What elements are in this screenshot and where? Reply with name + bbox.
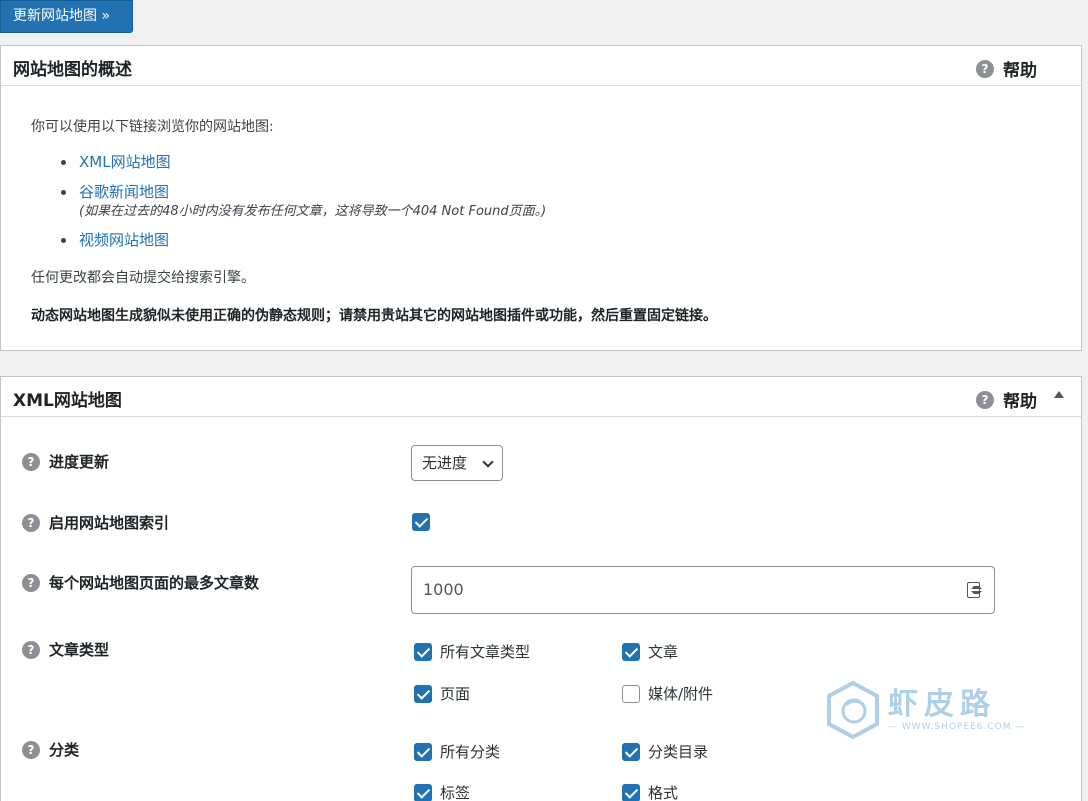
checkbox[interactable]: [622, 642, 640, 661]
rewrite-warning: 动态网站地图生成貌似未使用正确的伪静态规则；请禁用贵站其它的网站地图插件或功能，…: [31, 308, 717, 324]
progress-update-label: ? 进度更新: [22, 451, 109, 472]
help-icon[interactable]: ?: [22, 513, 40, 532]
shrimp-logo-icon: [827, 681, 879, 739]
panel-header: XML网站地图 ? 帮助: [1, 377, 1081, 417]
max-posts-label: ? 每个网站地图页面的最多文章数: [22, 572, 259, 593]
help-label: 帮助: [1003, 392, 1037, 412]
panel-title: XML网站地图: [13, 391, 122, 411]
help-icon[interactable]: ?: [22, 740, 40, 759]
help-label: 帮助: [1003, 61, 1037, 81]
max-posts-input[interactable]: 1000: [411, 566, 995, 614]
panel-title: 网站地图的概述: [13, 60, 132, 80]
sitemap-overview-panel: 网站地图的概述 ? 帮助 你可以使用以下链接浏览你的网站地图: XML网站地图 …: [0, 45, 1082, 351]
watermark: 虾皮路 — WWW.SHOPEE6.COM —: [826, 680, 1026, 740]
taxonomy-option[interactable]: 分类目录: [622, 741, 708, 762]
news-sitemap-note: (如果在过去的48小时内没有发布任何文章，这将导致一个404 Not Found…: [79, 204, 547, 219]
sitemap-index-label: ? 启用网站地图索引: [22, 512, 169, 533]
option-label: 格式: [648, 784, 679, 801]
help-icon: ?: [976, 390, 994, 409]
post-types-label: ? 文章类型: [22, 639, 109, 660]
xml-sitemap-link[interactable]: XML网站地图: [79, 153, 171, 171]
overview-intro: 你可以使用以下链接浏览你的网站地图:: [31, 119, 274, 135]
post-type-option[interactable]: 媒体/附件: [622, 683, 713, 704]
checkbox[interactable]: [622, 684, 640, 703]
help-icon[interactable]: ?: [22, 640, 40, 659]
list-item: XML网站地图: [59, 152, 1051, 173]
sitemap-index-checkbox-wrap: [412, 513, 430, 531]
checkbox[interactable]: [414, 684, 432, 703]
taxonomy-option[interactable]: 标签: [414, 782, 470, 801]
watermark-brand: 虾皮路: [888, 687, 996, 722]
taxonomy-option[interactable]: 所有分类: [414, 741, 500, 762]
update-sitemap-button[interactable]: 更新网站地图 »: [0, 0, 133, 33]
checkbox[interactable]: [414, 783, 432, 801]
help-icon[interactable]: ?: [22, 573, 40, 592]
option-label: 媒体/附件: [648, 685, 714, 703]
setting-label: 每个网站地图页面的最多文章数: [49, 574, 260, 592]
post-type-option[interactable]: 所有文章类型: [414, 641, 530, 662]
input-value: 1000: [423, 580, 464, 599]
taxonomy-option[interactable]: 格式: [622, 782, 678, 801]
setting-label: 分类: [49, 741, 80, 759]
help-toggle[interactable]: ? 帮助: [976, 56, 1037, 81]
option-label: 标签: [440, 784, 471, 801]
list-item: 视频网站地图: [59, 230, 1051, 251]
sitemap-links-list: XML网站地图 谷歌新闻地图 (如果在过去的48小时内没有发布任何文章，这将导致…: [59, 152, 1051, 251]
post-type-option[interactable]: 页面: [414, 683, 470, 704]
chevron-down-icon: [482, 456, 494, 468]
taxonomies-label: ? 分类: [22, 739, 79, 760]
post-type-option[interactable]: 文章: [622, 641, 678, 662]
option-label: 页面: [440, 685, 471, 703]
setting-label: 文章类型: [49, 641, 110, 659]
help-toggle[interactable]: ? 帮助: [976, 387, 1037, 412]
list-item: 谷歌新闻地图 (如果在过去的48小时内没有发布任何文章，这将导致一个404 No…: [59, 182, 1051, 221]
help-icon[interactable]: ?: [22, 452, 40, 471]
help-icon: ?: [976, 59, 994, 78]
option-label: 文章: [648, 643, 679, 661]
option-label: 所有文章类型: [440, 643, 531, 661]
checkbox[interactable]: [622, 783, 640, 801]
google-news-sitemap-link[interactable]: 谷歌新闻地图: [79, 183, 169, 201]
checkbox[interactable]: [622, 742, 640, 761]
checkbox[interactable]: [414, 642, 432, 661]
auto-submit-text: 任何更改都会自动提交给搜索引擎。: [31, 270, 255, 286]
progress-select[interactable]: 无进度: [411, 445, 503, 481]
checkbox[interactable]: [414, 742, 432, 761]
option-label: 所有分类: [440, 743, 501, 761]
video-sitemap-link[interactable]: 视频网站地图: [79, 231, 169, 249]
option-label: 分类目录: [648, 743, 709, 761]
sitemap-index-checkbox[interactable]: [412, 513, 430, 531]
setting-label: 启用网站地图索引: [49, 514, 170, 532]
panel-header: 网站地图的概述 ? 帮助: [1, 46, 1081, 86]
collapse-arrow-icon[interactable]: [1054, 391, 1064, 398]
number-spinner-icon[interactable]: [967, 582, 982, 598]
setting-label: 进度更新: [49, 453, 110, 471]
select-value: 无进度: [422, 454, 468, 472]
watermark-url: — WWW.SHOPEE6.COM —: [888, 722, 1026, 732]
